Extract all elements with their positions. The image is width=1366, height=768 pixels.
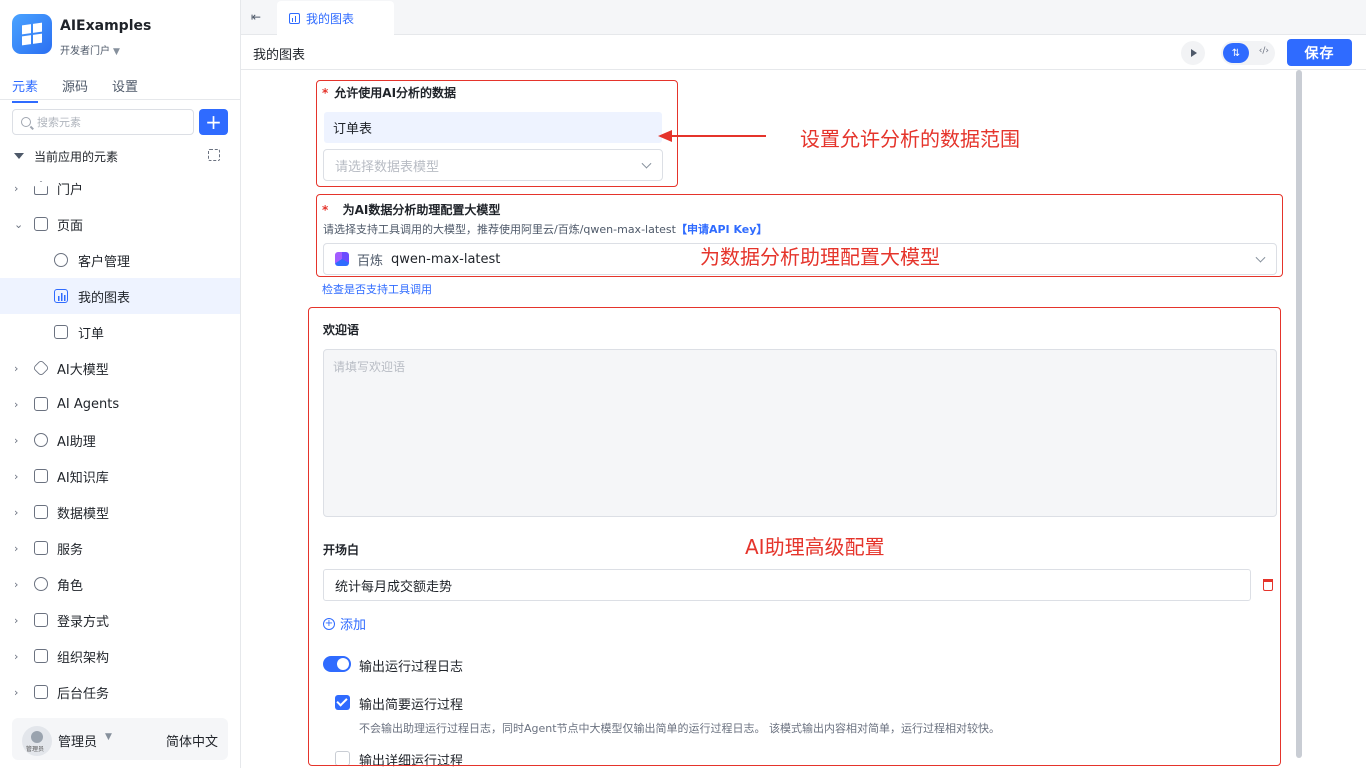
portal-selector[interactable]: 开发者门户 ▼ [60,42,120,57]
tab-label: 我的图表 [306,11,355,26]
sidebar-item-my-chart[interactable]: 我的图表 [0,278,240,314]
home-icon [34,181,48,195]
sidebar-item-label: 服务 [57,542,84,558]
sidebar-item-label: 数据模型 [57,506,110,522]
chevron-right-icon: › [14,397,19,411]
user-name[interactable]: 管理员 [58,731,97,750]
assistant-icon [34,433,48,447]
task-icon [34,685,48,699]
model-icon [32,359,50,377]
sidebar-item-label: AI知识库 [57,470,109,486]
code-mode-icon[interactable]: ‹/› [1259,46,1269,56]
sidebar-item-portal[interactable]: › 门户 [0,170,240,206]
sidebar-item-label: 登录方式 [57,614,110,630]
sidebar: AIExamples 开发者门户▼ 元素 源码 设置 + 当前应用的元素 › 门… [0,0,241,768]
caret-down-icon: ▼ [105,732,112,742]
page-icon [34,217,48,231]
page-header: 我的图表 ⇅ ‹/› 保存 [241,35,1366,70]
annotation-advanced: AI助理高级配置 [745,535,885,559]
triangle-down-icon [14,153,24,159]
sidebar-item-label: 角色 [57,578,84,594]
locate-icon[interactable] [208,149,220,161]
language-switch[interactable]: 简体中文 [166,731,218,750]
sidebar-item-services[interactable]: › 服务 [0,530,240,566]
preview-button[interactable] [1181,41,1205,65]
add-element-button[interactable]: + [199,109,228,135]
sidebar-item-label: AI Agents [57,396,120,412]
sidebar-item-ai-models[interactable]: › AI大模型 [0,350,240,386]
divider [0,99,240,100]
tab-my-chart[interactable]: 我的图表 [277,1,394,35]
sidebar-item-background-tasks[interactable]: › 后台任务 [0,674,240,710]
tab-bar: ⇤ 我的图表 [241,0,1366,35]
customer-icon [54,253,68,267]
app-name: AIExamples [60,18,152,34]
sidebar-item-org-structure[interactable]: › 组织架构 [0,638,240,674]
sidebar-item-orders[interactable]: 订单 [0,314,240,350]
sidebar-item-ai-agents[interactable]: › AI Agents [0,386,240,422]
search-input[interactable] [37,115,187,129]
settings-mode-icon[interactable]: ⇅ [1223,43,1249,63]
sidebar-item-label: AI大模型 [57,362,109,378]
chevron-right-icon: › [14,433,19,447]
sidebar-item-label: 我的图表 [78,290,131,306]
mode-toggle[interactable]: ⇅ ‹/› [1221,41,1275,65]
avatar-tag: 管理员 [26,746,45,753]
book-icon [34,469,48,483]
chart-icon [289,12,300,24]
user-bar[interactable]: 管理员 管理员 ▼ 简体中文 [12,718,228,760]
annotation-model-config: 为数据分析助理配置大模型 [700,245,940,269]
sidebar-item-roles[interactable]: › 角色 [0,566,240,602]
sidebar-item-label: 页面 [57,218,84,234]
sidebar-item-customers[interactable]: 客户管理 [0,242,240,278]
role-icon [34,577,48,591]
portal-label: 开发者门户 [60,46,110,57]
page-title: 我的图表 [253,48,306,63]
sidebar-item-ai-assistant[interactable]: › AI助理 [0,422,240,458]
chevron-right-icon: › [14,181,19,195]
chevron-right-icon: › [14,541,19,555]
chevron-right-icon: › [14,613,19,627]
section-title: 当前应用的元素 [34,149,119,164]
sidebar-item-label: 订单 [78,326,105,342]
annotation-data-range: 设置允许分析的数据范围 [800,127,1020,151]
caret-down-icon: ▼ [113,47,120,57]
chevron-right-icon: › [14,577,19,591]
annotation-arrow-line [668,135,766,137]
chevron-right-icon: › [14,469,19,483]
sidebar-item-pages[interactable]: ⌄ 页面 [0,206,240,242]
chevron-right-icon: › [14,505,19,519]
annotation-arrow-head [658,130,672,142]
sidebar-item-label: 客户管理 [78,254,131,270]
collapse-sidebar-icon[interactable]: ⇤ [251,10,261,24]
sidebar-item-label: 后台任务 [57,686,110,702]
login-icon [34,613,48,627]
search-icon [21,117,31,127]
check-tool-support-link[interactable]: 检查是否支持工具调用 [322,281,432,297]
chevron-down-icon: ⌄ [14,217,24,231]
annotation-box-data [316,80,678,187]
element-tree: › 门户 ⌄ 页面 客户管理 我的图表 订单 › AI大模型 › AI Agen… [0,170,240,710]
sidebar-item-label: AI助理 [57,434,96,450]
chevron-right-icon: › [14,649,19,663]
chevron-right-icon: › [14,361,19,375]
sidebar-item-ai-knowledge[interactable]: › AI知识库 [0,458,240,494]
save-button[interactable]: 保存 [1287,39,1352,66]
chart-icon [54,289,68,303]
sidebar-item-data-models[interactable]: › 数据模型 [0,494,240,530]
sidebar-item-label: 组织架构 [57,650,110,666]
chevron-right-icon: › [14,685,19,699]
scrollbar[interactable] [1296,70,1302,758]
play-icon [1191,49,1197,57]
app-logo-icon[interactable] [12,14,52,54]
tree-section-header[interactable]: 当前应用的元素 [14,147,220,165]
sidebar-item-login-methods[interactable]: › 登录方式 [0,602,240,638]
robot-icon [34,397,48,411]
table-icon [54,325,68,339]
service-icon [34,541,48,555]
sidebar-item-label: 门户 [57,182,84,198]
search-box[interactable] [12,109,194,135]
org-chart-icon [34,649,48,663]
grid-icon [34,505,48,519]
